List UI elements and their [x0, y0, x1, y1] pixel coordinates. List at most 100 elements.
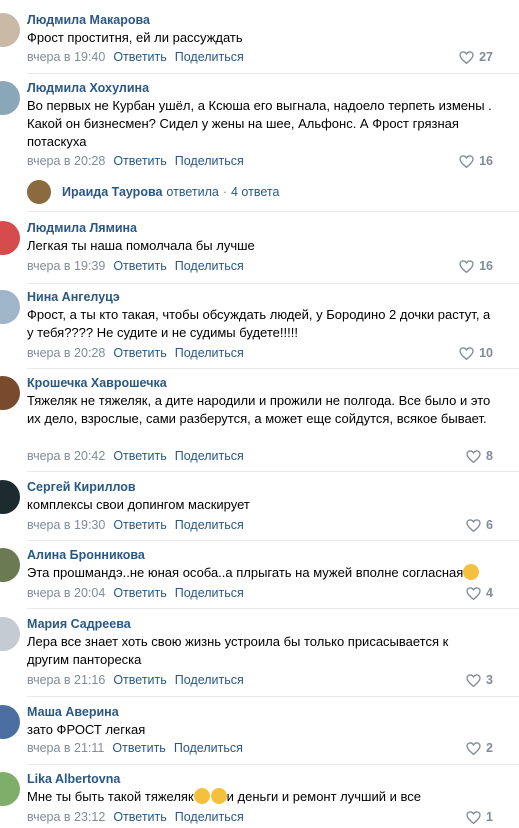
reply-author[interactable]: Ираида Таурова [62, 185, 162, 199]
comment-time[interactable]: вчера в 19:30 [27, 518, 105, 532]
share-button[interactable]: Поделиться [175, 673, 244, 687]
reply-button[interactable]: Ответить [113, 673, 166, 687]
like-button[interactable]: 8 [466, 449, 493, 463]
like-count: 4 [486, 586, 493, 600]
reply-button[interactable]: Ответить [113, 346, 166, 360]
reply-button[interactable]: Ответить [113, 259, 166, 273]
comment-author[interactable]: Маша Аверина [27, 705, 119, 719]
share-button[interactable]: Поделиться [175, 259, 244, 273]
avatar[interactable] [0, 221, 20, 255]
comment-text: Эта прошмандэ..не юная особа..а плрыгать… [27, 564, 493, 582]
share-button[interactable]: Поделиться [175, 50, 244, 64]
avatar[interactable] [0, 617, 20, 651]
comment-time[interactable]: вчера в 20:04 [27, 586, 105, 600]
comment-meta: вчера в 23:12 Ответить Поделиться [27, 810, 244, 824]
reply-summary: Ираида Таурова ответила · 4 ответа [62, 185, 279, 199]
comment-time[interactable]: вчера в 21:11 [27, 741, 104, 755]
heart-outline-icon [466, 810, 481, 824]
comment-author[interactable]: Людмила Лямина [27, 221, 137, 235]
heart-outline-icon [466, 518, 481, 532]
avatar[interactable] [0, 772, 20, 806]
like-button[interactable]: 3 [466, 673, 493, 687]
like-count: 1 [486, 810, 493, 824]
avatar[interactable] [0, 290, 20, 324]
comment-meta: вчера в 19:30 Ответить Поделиться [27, 518, 244, 532]
comment-text: Фрост проститня, ей ли рассуждать [27, 30, 243, 45]
share-button[interactable]: Поделиться [175, 518, 244, 532]
comment-time[interactable]: вчера в 20:28 [27, 346, 105, 360]
reply-button[interactable]: Ответить [113, 518, 166, 532]
reply-button[interactable]: Ответить [113, 50, 166, 64]
comment-time[interactable]: вчера в 19:39 [27, 259, 105, 273]
share-button[interactable]: Поделиться [175, 810, 244, 824]
like-button[interactable]: 10 [459, 346, 493, 360]
comment-author[interactable]: Людмила Макарова [27, 13, 150, 27]
reply-button[interactable]: Ответить [112, 741, 165, 755]
comment-author[interactable]: Нина Ангелуцэ [27, 290, 120, 304]
like-button[interactable]: 16 [459, 259, 493, 273]
like-button[interactable]: 2 [466, 741, 493, 755]
heart-outline-icon [466, 449, 481, 463]
like-count: 2 [486, 741, 493, 755]
share-button[interactable]: Поделиться [175, 346, 244, 360]
share-button[interactable]: Поделиться [175, 449, 244, 463]
reply-button[interactable]: Ответить [113, 154, 166, 168]
comment-meta: вчера в 19:39 Ответить Поделиться [27, 259, 244, 273]
comment-meta: вчера в 19:40 Ответить Поделиться [27, 50, 244, 64]
avatar[interactable] [0, 13, 20, 47]
avatar[interactable] [0, 81, 20, 115]
avatar[interactable] [0, 376, 20, 410]
comment-time[interactable]: вчера в 19:40 [27, 50, 105, 64]
heart-outline-icon [466, 741, 481, 755]
heart-outline-icon [466, 673, 481, 687]
comment: Людмила Хохулина Во первых не Курбан ушё… [0, 73, 519, 179]
like-count: 16 [479, 259, 493, 273]
comment: Нина Ангелуцэ Фрост, а ты кто такая, что… [0, 283, 519, 371]
comment: Мария Садреева Лера все знает хоть свою … [0, 608, 519, 699]
reply-button[interactable]: Ответить [113, 810, 166, 824]
like-button[interactable]: 4 [466, 586, 493, 600]
comment-author[interactable]: Lika Albertovna [27, 772, 120, 786]
like-count: 6 [486, 518, 493, 532]
comment-author[interactable]: Мария Садреева [27, 617, 131, 631]
comment-meta: вчера в 20:04 Ответить Поделиться [27, 586, 244, 600]
comment-meta: вчера в 20:42 Ответить Поделиться [27, 449, 244, 463]
share-button[interactable]: Поделиться [175, 154, 244, 168]
like-button[interactable]: 1 [466, 810, 493, 824]
comment-author[interactable]: Сергей Кириллов [27, 480, 136, 494]
comment-text: зато ФРОСТ легкая [27, 722, 146, 737]
reply-button[interactable]: Ответить [113, 586, 166, 600]
comment-author[interactable]: Людмила Хохулина [27, 81, 149, 95]
heart-outline-icon [459, 50, 474, 64]
reply-thread[interactable]: Ираида Таурова ответила · 4 ответа [0, 180, 519, 204]
share-button[interactable]: Поделиться [174, 741, 243, 755]
avatar[interactable] [0, 705, 20, 739]
comment-author[interactable]: Крошечка Хаврошечка [27, 376, 167, 390]
comment: Lika Albertovna Мне ты быть такой тяжеля… [0, 764, 519, 828]
comment-meta: вчера в 20:28 Ответить Поделиться [27, 346, 244, 360]
comment-time[interactable]: вчера в 23:12 [27, 810, 105, 824]
comment-time[interactable]: вчера в 20:28 [27, 154, 105, 168]
comment-text-body: Эта прошмандэ..не юная особа..а плрыгать… [27, 565, 464, 580]
avatar[interactable] [0, 548, 20, 582]
comment: Людмила Макарова Фрост проститня, ей ли … [0, 0, 519, 80]
like-button[interactable]: 27 [459, 50, 493, 64]
reply-separator: · [222, 185, 227, 199]
reply-count-link[interactable]: 4 ответа [231, 185, 279, 199]
comment-author[interactable]: Алина Бронникова [27, 548, 145, 562]
comment-time[interactable]: вчера в 21:16 [27, 673, 105, 687]
like-button[interactable]: 6 [466, 518, 493, 532]
comment-text: комплексы свои допингом маскирует [27, 497, 250, 512]
comment: Маша Аверина зато ФРОСТ легкая вчера в 2… [0, 696, 519, 766]
comment-text: Лера все знает хоть свою жизнь устроила … [27, 634, 449, 667]
reply-button[interactable]: Ответить [113, 449, 166, 463]
like-button[interactable]: 16 [459, 154, 493, 168]
reply-avatar[interactable] [27, 180, 51, 204]
comment-text: Во первых не Курбан ушёл, а Ксюша его вы… [27, 98, 492, 149]
share-button[interactable]: Поделиться [175, 586, 244, 600]
comment-time[interactable]: вчера в 20:42 [27, 449, 105, 463]
comment-meta: вчера в 21:11 Ответить Поделиться [27, 741, 243, 755]
like-count: 3 [486, 673, 493, 687]
comment: Алина Бронникова Эта прошмандэ..не юная … [0, 540, 519, 611]
avatar[interactable] [0, 480, 20, 514]
